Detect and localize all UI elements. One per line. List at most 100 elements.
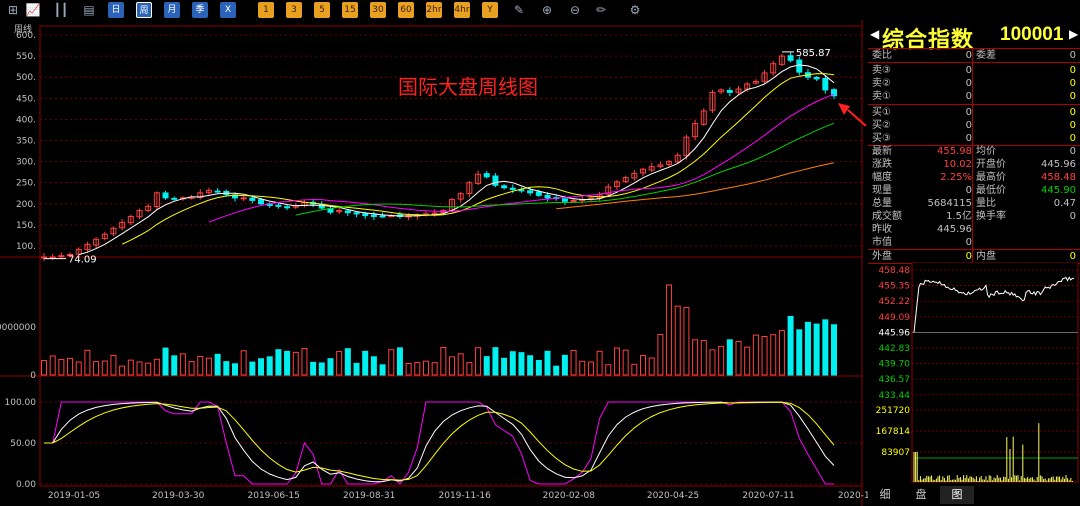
intraday-price-tick: 436.57 (879, 375, 911, 385)
interval-button-1[interactable]: 3 (286, 2, 302, 18)
interval-button-3[interactable]: 15 (342, 2, 358, 18)
period-button-2[interactable]: 月 (164, 2, 180, 18)
draw-icon[interactable]: ✏ (592, 2, 610, 18)
tab-chart[interactable]: 图 (940, 486, 974, 504)
quote-label: 幅度 (872, 172, 892, 183)
volume-bar (509, 351, 516, 376)
price-tick-label: 250. (16, 179, 36, 189)
candle (162, 192, 169, 199)
price-tick-label: 100. (16, 242, 36, 252)
candle (431, 212, 438, 215)
price-tick-label: 150. (16, 221, 36, 231)
intraday-volume-tick: 167814 (876, 427, 911, 437)
quote-value: 445.90 (1041, 185, 1076, 196)
quote-value: 445.96 (937, 224, 972, 235)
quote-label: 开盘价 (976, 159, 1006, 170)
quote-label: 总量 (872, 198, 892, 209)
interval-button-7[interactable]: 4hr (454, 2, 470, 18)
kline-chart-area[interactable]: 600.550.500.450.400.350.300.250.200.150.… (0, 20, 868, 506)
intraday-price-tick: 439.70 (879, 360, 911, 370)
period-label: 周线 (14, 23, 32, 35)
buy-level-label: 买③ (872, 133, 891, 144)
volume-bar (258, 358, 265, 376)
candle (214, 190, 221, 193)
period-button-3[interactable]: 季 (192, 2, 208, 18)
candle (258, 199, 265, 205)
volume-bar (492, 347, 499, 376)
sell-level-label: 卖① (872, 91, 891, 102)
grid-view-icon[interactable]: ⊞ (4, 2, 22, 18)
volume-bar (813, 323, 820, 376)
volume-bar (327, 358, 334, 376)
volume-bar (804, 321, 811, 376)
volume-bar (787, 315, 794, 376)
zoom-in-icon[interactable]: ⊕ (538, 2, 556, 18)
date-tick-label: 2019-01-05 (48, 491, 100, 501)
price-tick-label: 300. (16, 158, 36, 168)
candle (483, 173, 490, 178)
intraday-chart[interactable]: 458.48 455.35 452.22 449.09 445.96 442.83 439.… (868, 262, 1080, 484)
quote-label: 最低价 (976, 185, 1006, 196)
candle (822, 78, 829, 91)
layout-icon[interactable]: ▤ (80, 2, 98, 18)
volume-bar (561, 354, 568, 376)
edit-icon[interactable]: ✎ (510, 2, 528, 18)
candle (379, 215, 386, 218)
gear-icon[interactable]: ⚙ (626, 2, 644, 18)
sell-level-label: 卖② (872, 78, 891, 89)
quote-panel: ◀ 综合指数 100001 ▶ 委比 0 委差 0 卖③ 0 0 卖② 0 0 卖① 0 0 买① 0 0 买②… (868, 20, 1080, 506)
quote-value: 0 (1069, 146, 1076, 157)
volume-bar (284, 350, 291, 376)
buy-price: 0 (965, 120, 972, 131)
panel-divider (972, 48, 973, 263)
candle-style-icon[interactable]: ┃┃ (52, 2, 70, 18)
interval-button-5[interactable]: 60 (398, 2, 414, 18)
tab-order-book[interactable]: 盘 (904, 486, 938, 504)
prev-arrow-icon[interactable]: ◀ (870, 27, 879, 41)
interval-button-2[interactable]: 5 (314, 2, 330, 18)
quote-label: 换手率 (976, 211, 1006, 222)
weicha-value: 0 (1069, 50, 1076, 61)
buy-volume: 0 (1069, 120, 1076, 131)
sell-price: 0 (965, 91, 972, 102)
date-tick-label: 2020-04-25 (647, 491, 699, 501)
volume-bar (822, 319, 829, 376)
panel-title-bar: ◀ 综合指数 100001 ▶ (868, 20, 1080, 53)
intraday-volume-tick: 251720 (876, 406, 911, 416)
volume-bar (318, 362, 325, 376)
volume-bar (535, 359, 542, 376)
volume-bar (344, 348, 351, 376)
interval-button-0[interactable]: 1 (258, 2, 274, 18)
volume-bar (483, 356, 490, 376)
period-button-0[interactable]: 日 (108, 2, 124, 18)
interval-button-8[interactable]: Y (482, 2, 498, 18)
buy-volume: 0 (1069, 107, 1076, 118)
date-tick-label: 2019-06-15 (248, 491, 300, 501)
quote-value: 0 (1069, 211, 1076, 222)
candle (501, 185, 508, 189)
period-button-4[interactable]: X (220, 2, 236, 18)
volume-tick-label: 0000000 (0, 323, 36, 333)
quote-label: 涨跌 (872, 159, 892, 170)
quote-value: 2.25% (940, 172, 972, 183)
date-tick-label: 2020-12-05 (838, 491, 868, 501)
intraday-price-tick: 442.83 (879, 344, 911, 354)
buy-volume: 0 (1069, 133, 1076, 144)
candle (492, 175, 499, 186)
volume-bar (266, 356, 273, 376)
tab-detail[interactable]: 细 (868, 486, 902, 504)
zoom-out-icon[interactable]: ⊖ (566, 2, 584, 18)
buy-price: 0 (965, 107, 972, 118)
candle (787, 55, 794, 61)
trend-line-icon[interactable]: 📈 (24, 2, 42, 18)
next-arrow-icon[interactable]: ▶ (1069, 27, 1078, 41)
interval-button-4[interactable]: 30 (370, 2, 386, 18)
interval-button-6[interactable]: 2hr (426, 2, 442, 18)
price-tick-label: 550. (16, 52, 36, 62)
quote-value: 10.02 (943, 159, 972, 170)
date-tick-label: 2019-03-30 (152, 491, 205, 501)
period-button-1[interactable]: 周 (136, 2, 152, 18)
candle (796, 59, 803, 73)
volume-bar (362, 350, 369, 376)
quote-label: 市值 (872, 237, 892, 248)
